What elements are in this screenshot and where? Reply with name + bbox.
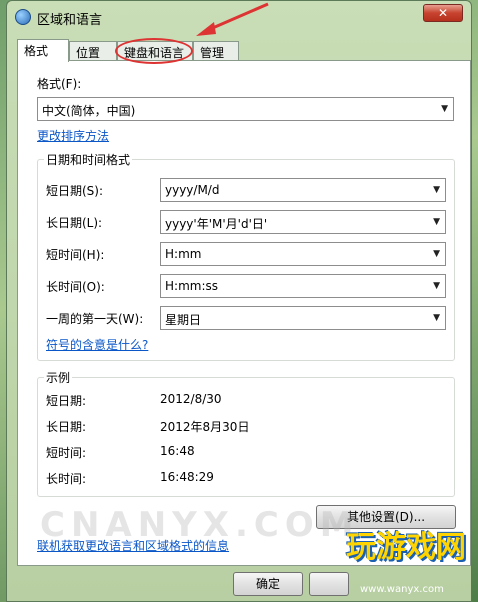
annotation-arrow-icon [196,2,269,36]
watermark-url: www.wanyx.com [360,584,444,595]
watermark-logo: 玩游戏网 [346,530,466,565]
